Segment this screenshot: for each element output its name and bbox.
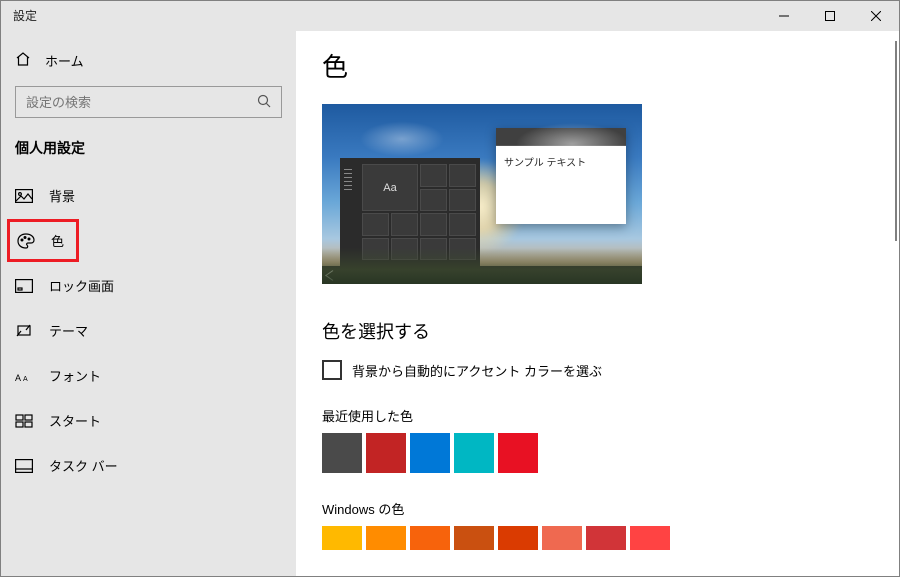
sidebar-item-label: スタート — [49, 411, 101, 430]
palette-icon — [17, 233, 35, 249]
preview-taskbar — [322, 266, 642, 284]
page-title: 色 — [322, 47, 899, 84]
search-icon — [257, 94, 271, 111]
home-label: ホーム — [45, 51, 84, 70]
preview-window: サンプル テキスト — [496, 128, 626, 224]
sidebar-item-label: 色 — [51, 231, 64, 250]
preview-sample-text: サンプル テキスト — [496, 146, 626, 177]
sidebar-item-start[interactable]: スタート — [1, 399, 296, 442]
color-swatch[interactable] — [586, 526, 626, 550]
color-swatch[interactable] — [454, 526, 494, 550]
sidebar-item-themes[interactable]: テーマ — [1, 309, 296, 352]
maximize-button[interactable] — [807, 1, 853, 31]
color-swatch[interactable] — [322, 433, 362, 473]
recent-colors — [322, 433, 899, 473]
svg-text:A: A — [23, 376, 28, 383]
auto-accent-label: 背景から自動的にアクセント カラーを選ぶ — [352, 361, 602, 380]
title-bar: 設定 — [1, 1, 899, 31]
sidebar-item-label: タスク バー — [49, 456, 118, 475]
sidebar-item-background[interactable]: 背景 — [1, 174, 296, 217]
scrollbar[interactable] — [895, 41, 897, 241]
color-swatch[interactable] — [498, 526, 538, 550]
color-swatch[interactable] — [454, 433, 494, 473]
sidebar-item-fonts[interactable]: A A フォント — [1, 354, 296, 397]
window-title: 設定 — [1, 7, 37, 24]
sidebar: ホーム 個人用設定 背景 — [1, 31, 296, 576]
taskbar-icon — [15, 458, 33, 474]
start-icon — [15, 413, 33, 429]
picture-icon — [15, 188, 33, 204]
recent-colors-label: 最近使用した色 — [322, 406, 899, 425]
search-field[interactable] — [26, 95, 234, 110]
color-swatch[interactable] — [322, 526, 362, 550]
theme-icon — [15, 323, 33, 339]
section-title: 個人用設定 — [1, 132, 296, 172]
sidebar-item-lockscreen[interactable]: ロック画面 — [1, 264, 296, 307]
auto-accent-checkbox-row[interactable]: 背景から自動的にアクセント カラーを選ぶ — [322, 360, 899, 380]
window-controls — [761, 1, 899, 30]
svg-text:A: A — [15, 373, 21, 383]
search-input[interactable] — [15, 86, 282, 118]
sidebar-item-colors[interactable]: 色 — [7, 219, 79, 262]
color-swatch[interactable] — [542, 526, 582, 550]
theme-preview: Aa サンプル テキスト — [322, 104, 642, 284]
font-icon: A A — [15, 368, 33, 384]
choose-color-heading: 色を選択する — [322, 318, 899, 344]
sidebar-item-taskbar[interactable]: タスク バー — [1, 444, 296, 487]
close-button[interactable] — [853, 1, 899, 31]
minimize-button[interactable] — [761, 1, 807, 31]
sidebar-item-label: ロック画面 — [49, 276, 114, 295]
windows-colors — [322, 526, 899, 550]
preview-start-menu: Aa — [340, 158, 480, 266]
main-panel: 色 Aa サンプル テキスト 色を選択する — [296, 31, 899, 576]
sidebar-item-label: 背景 — [49, 186, 75, 205]
preview-tile-aa: Aa — [362, 164, 418, 211]
home-link[interactable]: ホーム — [1, 41, 296, 80]
color-swatch[interactable] — [366, 526, 406, 550]
color-swatch[interactable] — [410, 526, 450, 550]
sidebar-item-label: フォント — [49, 366, 101, 385]
color-swatch[interactable] — [366, 433, 406, 473]
lockscreen-icon — [15, 278, 33, 294]
sidebar-item-label: テーマ — [49, 321, 88, 340]
checkbox-icon[interactable] — [322, 360, 342, 380]
color-swatch[interactable] — [630, 526, 670, 550]
color-swatch[interactable] — [410, 433, 450, 473]
windows-colors-label: Windows の色 — [322, 499, 899, 518]
home-icon — [15, 51, 31, 70]
color-swatch[interactable] — [498, 433, 538, 473]
